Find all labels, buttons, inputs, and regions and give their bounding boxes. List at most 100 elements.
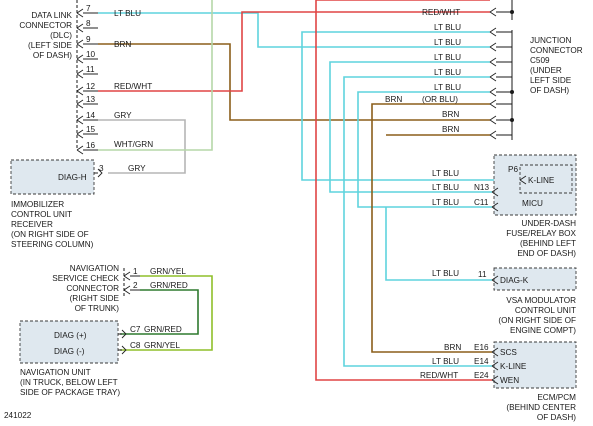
- micu-title: (BEHIND LEFT: [520, 239, 576, 248]
- dlc-title: (DLC): [50, 31, 72, 40]
- pin-stub: [489, 130, 497, 140]
- ecm-unit: E16 E14 E24 SCS K-LINE WEN BRN LT BLU RE…: [420, 341, 577, 422]
- ecm-pin-name: WEN: [500, 376, 519, 385]
- nav-check-pin: 1: [133, 267, 138, 276]
- immobilizer-title: (ON RIGHT SIDE OF: [11, 230, 89, 239]
- vsa-pin: 11: [478, 270, 487, 279]
- pin-stub: [489, 87, 497, 97]
- vsa-title: (ON RIGHT SIDE OF: [498, 316, 576, 325]
- junction-wire-label: LT BLU: [434, 38, 461, 47]
- ecm-pin: E14: [474, 357, 489, 366]
- junction-title: (UNDER: [530, 66, 562, 75]
- nav-unit-title: NAVIGATION UNIT: [20, 368, 91, 377]
- dlc-title: OF DASH): [33, 51, 72, 60]
- wire-lt-blu-micu-p6: [301, 31, 520, 181]
- nav-check-wire: GRN/RED: [150, 281, 188, 290]
- nav-check-title: OF TRUNK): [75, 304, 120, 313]
- nav-unit-pin-id: C8: [130, 341, 141, 350]
- vsa-unit: 11 DIAG-K LT BLU VSA MODULATOR CONTROL U…: [432, 267, 577, 335]
- micu-pin: C11: [474, 198, 489, 207]
- dlc-connector: 7 8 9 10 11 12 13 14 15 16 LT BLU BRN RE…: [19, 0, 153, 155]
- micu-unit: P6 N13 C11 K-LINE MICU LT BLU LT BLU LT …: [432, 154, 577, 258]
- junction-wire-label: LT BLU: [434, 68, 461, 77]
- nav-check-title: SERVICE CHECK: [52, 274, 119, 283]
- junction-orblu-label: (OR BLU): [422, 95, 458, 104]
- dlc-pin: 15: [86, 125, 96, 134]
- nav-unit-pin-name: DIAG (-): [54, 347, 85, 356]
- dlc-title: CONNECTOR: [19, 21, 72, 30]
- micu-wire: LT BLU: [432, 169, 459, 178]
- nav-unit-pin-id: C7: [130, 325, 141, 334]
- dlc-wire-label: WHT/GRN: [114, 140, 153, 149]
- nav-unit-wire: GRN/RED: [144, 325, 182, 334]
- dlc-pin: 12: [86, 82, 96, 91]
- vsa-title: VSA MODULATOR: [506, 296, 576, 305]
- pin-stub: [489, 42, 497, 52]
- wire-lt-blu-dlc7: [98, 12, 490, 48]
- micu-pin: N13: [474, 183, 489, 192]
- micu-title: FUSE/RELAY BOX: [506, 229, 576, 238]
- ecm-wire: BRN: [444, 343, 461, 352]
- vsa-pin-name: DIAG-K: [500, 276, 529, 285]
- wire-brn-ecm-scs: [371, 103, 492, 353]
- micu-wire: LT BLU: [432, 183, 459, 192]
- junction-title: C509: [530, 56, 550, 65]
- dlc-pin: 9: [86, 35, 91, 44]
- pin-stub: [489, 99, 497, 109]
- ecm-pin: E16: [474, 343, 489, 352]
- nav-check-title: NAVIGATION: [70, 264, 119, 273]
- dlc-wire-label: GRY: [114, 111, 132, 120]
- dlc-pin: 8: [86, 19, 91, 28]
- dlc-pin: 13: [86, 95, 96, 104]
- pin-stub: [489, 27, 497, 37]
- nav-unit-pin-name: DIAG (+): [54, 331, 87, 340]
- micu-wire: LT BLU: [432, 198, 459, 207]
- dlc-pin: 11: [86, 65, 95, 74]
- vsa-title: ENGINE COMPT): [510, 326, 576, 335]
- junction-wire-label: LT BLU: [434, 53, 461, 62]
- immobilizer-title: STEERING COLUMN): [11, 240, 94, 249]
- immobilizer-pin: 3: [99, 164, 104, 173]
- junction-title: CONNECTOR: [530, 46, 583, 55]
- micu-title: END OF DASH): [517, 249, 576, 258]
- dlc-wire-label: LT BLU: [114, 9, 141, 18]
- wiring-diagram: RED/WHT LT BLU LT BLU LT BLU LT BLU LT B…: [4, 0, 583, 422]
- nav-check-wire: GRN/YEL: [150, 267, 186, 276]
- micu-kline: K-LINE: [528, 176, 555, 185]
- ecm-pin: E24: [474, 371, 489, 380]
- junction-connector: RED/WHT LT BLU LT BLU LT BLU LT BLU LT B…: [385, 0, 583, 140]
- vsa-wire: LT BLU: [432, 269, 459, 278]
- wire-lt-blu-micu-n13: [329, 61, 492, 193]
- junction-wire-label: RED/WHT: [422, 8, 460, 17]
- dlc-pin: 16: [86, 141, 96, 150]
- nav-check-connector: 1 2 GRN/YEL GRN/RED NAVIGATION SERVICE C…: [52, 264, 188, 313]
- junction-wire-label: BRN: [442, 125, 459, 134]
- junction-title: OF DASH): [530, 86, 569, 95]
- dlc-title: (LEFT SIDE: [28, 41, 73, 50]
- ecm-pin-name: SCS: [500, 348, 517, 357]
- vsa-title: CONTROL UNIT: [515, 306, 576, 315]
- immobilizer-title: IMMOBILIZER: [11, 200, 64, 209]
- junction-wire-label: BRN: [442, 110, 459, 119]
- junction-wire-label: LT BLU: [434, 23, 461, 32]
- micu-pin: P6: [508, 165, 518, 174]
- micu-title: UNDER-DASH: [521, 219, 576, 228]
- wire-red-wht-dlc12: [98, 11, 490, 92]
- pin-stub: [489, 115, 497, 125]
- dlc-wire-label: RED/WHT: [114, 82, 152, 91]
- ecm-pin-name: K-LINE: [500, 362, 527, 371]
- ecm-title: ECM/PCM: [537, 393, 576, 402]
- pin-stub: [489, 72, 497, 82]
- ecm-title: OF DASH): [537, 413, 576, 422]
- junction-title: LEFT SIDE: [530, 76, 572, 85]
- pin-stub: [489, 7, 497, 17]
- nav-unit-wire: GRN/YEL: [144, 341, 180, 350]
- nav-check-title: (RIGHT SIDE: [70, 294, 120, 303]
- ecm-wire: LT BLU: [432, 357, 459, 366]
- dlc-pin: 10: [86, 50, 96, 59]
- junction-title: JUNCTION: [530, 36, 571, 45]
- figure-code: 241022: [4, 411, 32, 420]
- ecm-title: (BEHIND CENTER: [506, 403, 576, 412]
- micu-name: MICU: [522, 199, 543, 208]
- dlc-wire-label: BRN: [114, 40, 131, 49]
